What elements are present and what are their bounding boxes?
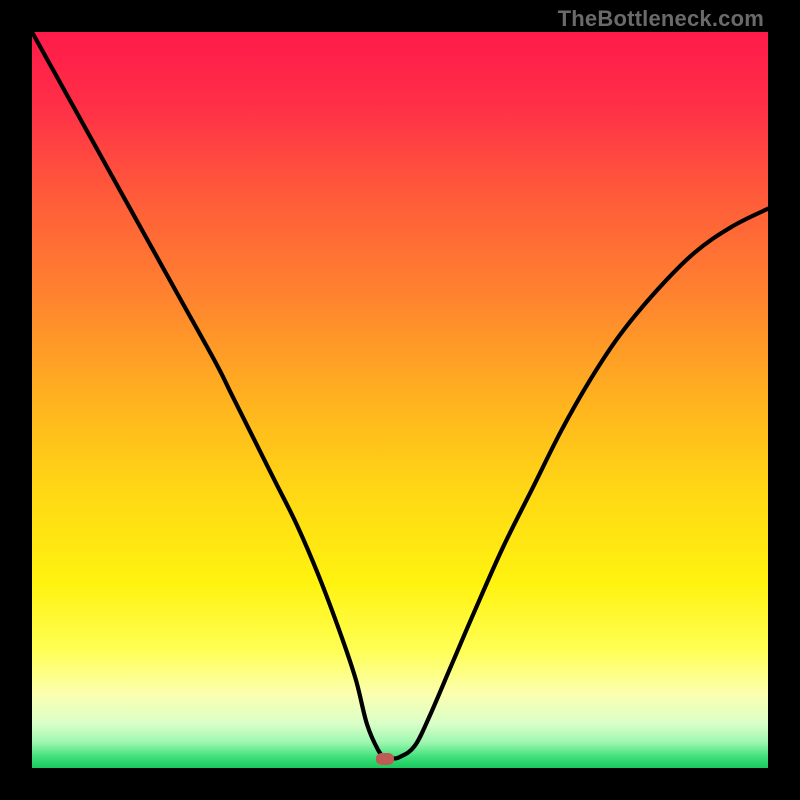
plot-area — [32, 32, 768, 768]
chart-frame: TheBottleneck.com — [0, 0, 800, 800]
optimal-point-marker — [376, 753, 394, 765]
bottleneck-curve — [32, 32, 768, 768]
watermark-text: TheBottleneck.com — [558, 6, 764, 32]
